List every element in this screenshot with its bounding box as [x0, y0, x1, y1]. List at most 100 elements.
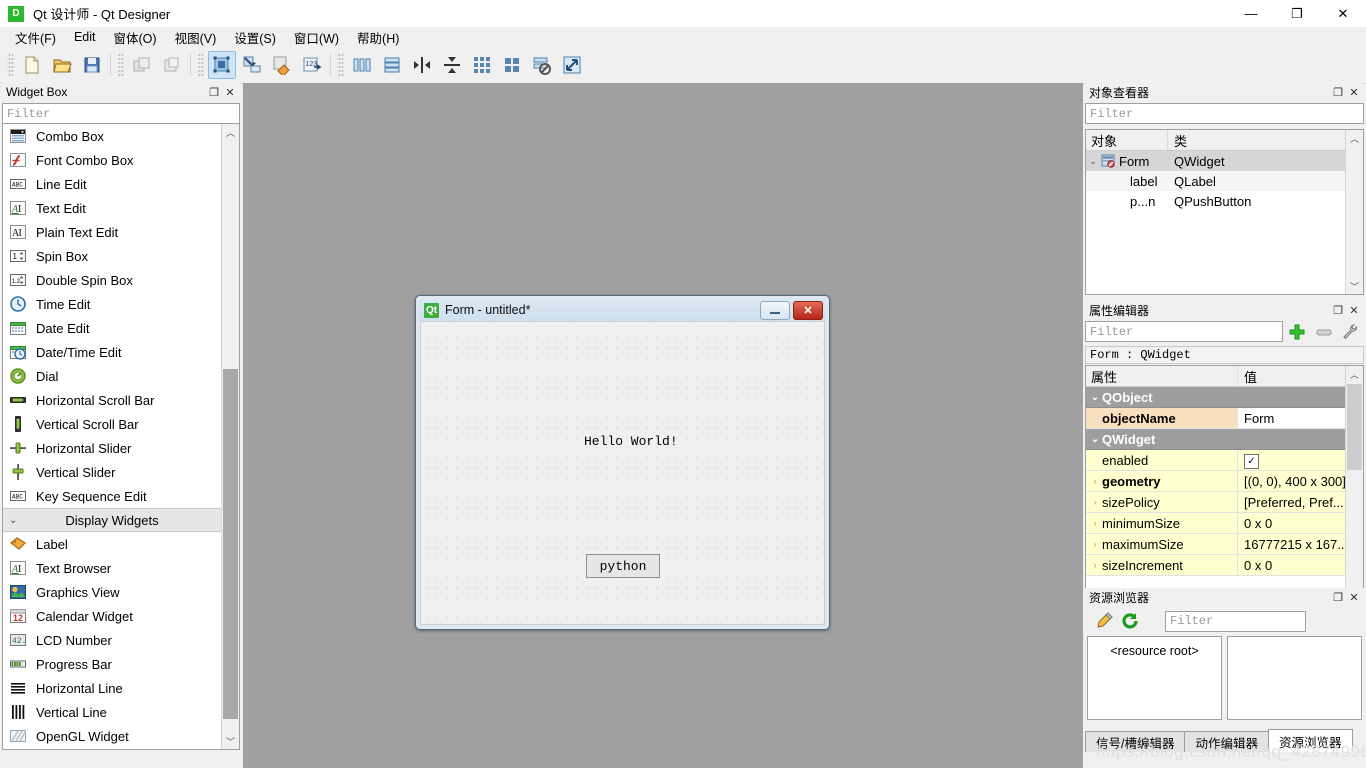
widget-box-item[interactable]: OpenGL Widget: [3, 724, 221, 748]
widget-box-item[interactable]: A I Plain Text Edit: [3, 220, 221, 244]
resource-tree[interactable]: <resource root>: [1087, 636, 1222, 720]
menu-help[interactable]: 帮助(H): [348, 26, 408, 49]
redo-icon[interactable]: [158, 51, 186, 79]
widget-group-display-widgets[interactable]: ⌄ Display Widgets: [3, 508, 221, 532]
property-row[interactable]: › maximumSize 16777215 x 167...: [1086, 534, 1348, 555]
column-header-class[interactable]: 类: [1168, 131, 1363, 150]
edit-signals-slots-icon[interactable]: [238, 51, 266, 79]
property-value[interactable]: Form: [1244, 411, 1274, 426]
new-form-icon[interactable]: [18, 51, 46, 79]
close-icon[interactable]: ✕: [222, 84, 238, 100]
widget-box-item[interactable]: 1 Spin Box: [3, 244, 221, 268]
chevron-right-icon[interactable]: ›: [1088, 476, 1102, 486]
resource-preview[interactable]: [1227, 636, 1362, 720]
toolbar-grip[interactable]: [7, 53, 14, 77]
object-tree[interactable]: 对象 类 ⌄ Form QWidget label QLabel p...n QPushBu…: [1085, 129, 1364, 295]
float-icon[interactable]: ❐: [1330, 302, 1346, 318]
design-canvas[interactable]: Qt Form - untitled* ✕ Hello World! pytho…: [243, 83, 1083, 768]
resource-filter-input[interactable]: Filter: [1165, 610, 1306, 632]
toolbar-grip-4[interactable]: [337, 53, 344, 77]
object-inspector-filter-input[interactable]: Filter: [1085, 103, 1364, 124]
break-layout-icon[interactable]: [528, 51, 556, 79]
edit-widgets-icon[interactable]: [208, 51, 236, 79]
undo-icon[interactable]: [128, 51, 156, 79]
minimize-button[interactable]: —: [1228, 0, 1274, 27]
menu-edit[interactable]: Edit: [65, 28, 105, 46]
widget-box-list[interactable]: Combo Box Font Combo Box ABC Line Edit A I Tex…: [2, 123, 240, 750]
chevron-down-icon[interactable]: ⌄: [1086, 156, 1100, 167]
property-row[interactable]: › sizeIncrement 0 x 0: [1086, 555, 1348, 576]
widget-box-item[interactable]: 12 Calendar Widget: [3, 604, 221, 628]
property-row[interactable]: › minimumSize 0 x 0: [1086, 513, 1348, 534]
menu-form[interactable]: 窗体(O): [105, 26, 166, 49]
open-form-icon[interactable]: [48, 51, 76, 79]
float-icon[interactable]: ❐: [206, 84, 222, 100]
widget-box-item[interactable]: Vertical Scroll Bar: [3, 412, 221, 436]
property-group-row[interactable]: ⌄ QWidget: [1086, 429, 1348, 450]
layout-horizontally-icon[interactable]: [348, 51, 376, 79]
widget-box-item[interactable]: Time Edit: [3, 292, 221, 316]
property-row[interactable]: › sizePolicy [Preferred, Pref...: [1086, 492, 1348, 513]
form-minimize-button[interactable]: [760, 301, 790, 320]
layout-grid-icon[interactable]: [468, 51, 496, 79]
widget-box-item[interactable]: Vertical Slider: [3, 460, 221, 484]
widget-box-item[interactable]: Vertical Line: [3, 700, 221, 724]
layout-form-icon[interactable]: [498, 51, 526, 79]
enabled-checkbox[interactable]: ✓: [1244, 453, 1259, 469]
close-icon[interactable]: ✕: [1346, 84, 1362, 100]
widget-box-item[interactable]: Progress Bar: [3, 652, 221, 676]
toolbar-grip-2[interactable]: [117, 53, 124, 77]
edit-buddies-icon[interactable]: [268, 51, 296, 79]
float-icon[interactable]: ❐: [1330, 84, 1346, 100]
chevron-right-icon[interactable]: ›: [1088, 560, 1102, 570]
widget-box-item[interactable]: Graphics View: [3, 580, 221, 604]
close-icon[interactable]: ✕: [1346, 589, 1362, 605]
menu-view[interactable]: 视图(V): [166, 26, 226, 49]
scroll-up-icon[interactable]: ︿: [1346, 130, 1363, 146]
maximize-button[interactable]: ❐: [1274, 0, 1320, 27]
property-row[interactable]: › geometry [(0, 0), 400 x 300]: [1086, 471, 1348, 492]
widget-box-item[interactable]: A I Text Browser: [3, 556, 221, 580]
property-value[interactable]: 0 x 0: [1244, 516, 1272, 531]
chevron-down-icon[interactable]: ⌄: [1088, 434, 1102, 445]
widget-box-item[interactable]: Date Edit: [3, 316, 221, 340]
close-icon[interactable]: ✕: [1346, 302, 1362, 318]
layout-splitter-horizontal-icon[interactable]: [408, 51, 436, 79]
pencil-edit-icon[interactable]: [1091, 610, 1117, 632]
layout-vertically-icon[interactable]: [378, 51, 406, 79]
scroll-down-icon[interactable]: ﹀: [1346, 278, 1363, 294]
menu-window[interactable]: 窗口(W): [285, 26, 348, 49]
widget-box-item[interactable]: Combo Box: [3, 124, 221, 148]
scrollbar-thumb[interactable]: [1347, 384, 1362, 470]
widget-box-item[interactable]: ABC Key Sequence Edit: [3, 484, 221, 508]
form-title-bar[interactable]: Qt Form - untitled* ✕: [419, 299, 826, 321]
chevron-down-icon[interactable]: ⌄: [1088, 392, 1102, 403]
reload-icon[interactable]: [1117, 610, 1143, 632]
widget-box-item[interactable]: Horizontal Scroll Bar: [3, 388, 221, 412]
widget-box-item[interactable]: Date/Time Edit: [3, 340, 221, 364]
widget-box-item[interactable]: 1.2 Double Spin Box: [3, 268, 221, 292]
python-push-button[interactable]: python: [586, 554, 660, 578]
property-value[interactable]: 16777215 x 167...: [1244, 537, 1348, 552]
chevron-right-icon[interactable]: ›: [1088, 539, 1102, 549]
layout-splitter-vertical-icon[interactable]: [438, 51, 466, 79]
property-row[interactable]: objectName Form: [1086, 408, 1348, 429]
close-button[interactable]: ✕: [1320, 0, 1366, 27]
chevron-right-icon[interactable]: ›: [1088, 518, 1102, 528]
widget-box-item[interactable]: Horizontal Slider: [3, 436, 221, 460]
object-tree-row[interactable]: label QLabel: [1086, 171, 1363, 191]
property-value[interactable]: [(0, 0), 400 x 300]: [1244, 474, 1346, 489]
column-header-object[interactable]: 对象: [1086, 130, 1168, 150]
widget-box-scrollbar[interactable]: ︿ ﹀: [221, 124, 239, 749]
property-value[interactable]: 0 x 0: [1244, 558, 1272, 573]
toolbar-grip-3[interactable]: [197, 53, 204, 77]
chevron-right-icon[interactable]: ›: [1088, 497, 1102, 507]
scrollbar-thumb[interactable]: [223, 369, 238, 719]
widget-box-filter-input[interactable]: Filter: [2, 103, 240, 124]
widget-box-item[interactable]: A I Text Edit: [3, 196, 221, 220]
add-property-icon[interactable]: [1283, 323, 1311, 341]
hello-world-label[interactable]: Hello World!: [584, 434, 678, 449]
configure-icon[interactable]: [1337, 323, 1363, 341]
widget-box-item[interactable]: Dial: [3, 364, 221, 388]
object-tree-scrollbar[interactable]: ︿ ﹀: [1345, 130, 1363, 294]
